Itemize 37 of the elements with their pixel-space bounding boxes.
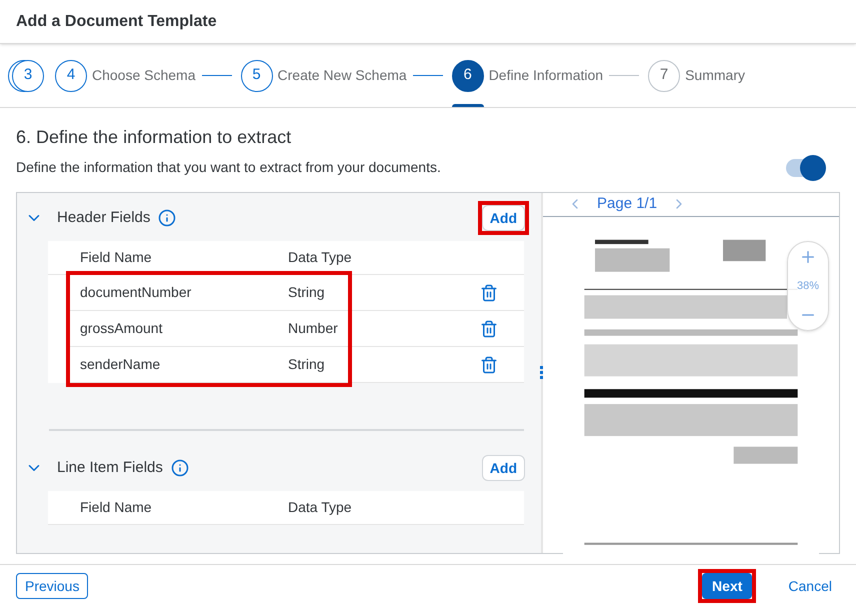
info-icon[interactable]: [158, 209, 176, 227]
column-header: Field Name: [80, 498, 153, 517]
table-cell-text: documentNumber: [80, 283, 192, 302]
page-indicator: Page 1/1: [597, 194, 658, 214]
step-number[interactable]: 3: [12, 60, 44, 92]
step-label[interactable]: Create New Schema: [278, 65, 407, 86]
cancel-button[interactable]: Cancel: [780, 573, 840, 599]
step-number[interactable]: 5: [240, 60, 273, 92]
delete-icon[interactable]: [480, 284, 498, 302]
table-cell-text: String: [288, 283, 325, 302]
column-header: Field Name: [80, 248, 153, 267]
step-number[interactable]: 6: [452, 60, 484, 92]
step-number[interactable]: 7: [648, 60, 680, 92]
next-button[interactable]: Next: [702, 573, 752, 599]
zoom-in-icon[interactable]: [799, 248, 817, 266]
table-cell-text: String: [288, 355, 325, 374]
add-button[interactable]: Add: [482, 205, 525, 231]
group-title: Line Item Fields: [57, 458, 163, 478]
step-label[interactable]: Summary: [685, 65, 745, 86]
table-cell-text: senderName: [80, 355, 162, 374]
dialog-title: Add a Document Template: [16, 12, 217, 32]
step-label[interactable]: Choose Schema: [92, 65, 196, 86]
previous-button[interactable]: Previous: [16, 573, 88, 599]
add-button[interactable]: Add: [482, 455, 525, 481]
table-cell-text: Number: [288, 319, 338, 338]
column-header: Data Type: [288, 248, 352, 267]
splitter-handle-icon[interactable]: [540, 366, 543, 380]
table-cell-text: grossAmount: [80, 319, 164, 338]
column-header: Data Type: [288, 498, 352, 517]
info-icon[interactable]: [170, 459, 189, 477]
section-description: Define the information that you want to extract from your documents.: [16, 158, 441, 177]
step-number[interactable]: 4: [55, 60, 87, 92]
delete-icon[interactable]: [480, 356, 498, 374]
step-label[interactable]: Define Information: [488, 65, 604, 86]
section-title: 6. Define the information to extract: [16, 126, 292, 149]
group-title: Header Fields: [57, 208, 150, 228]
delete-icon[interactable]: [480, 320, 498, 338]
